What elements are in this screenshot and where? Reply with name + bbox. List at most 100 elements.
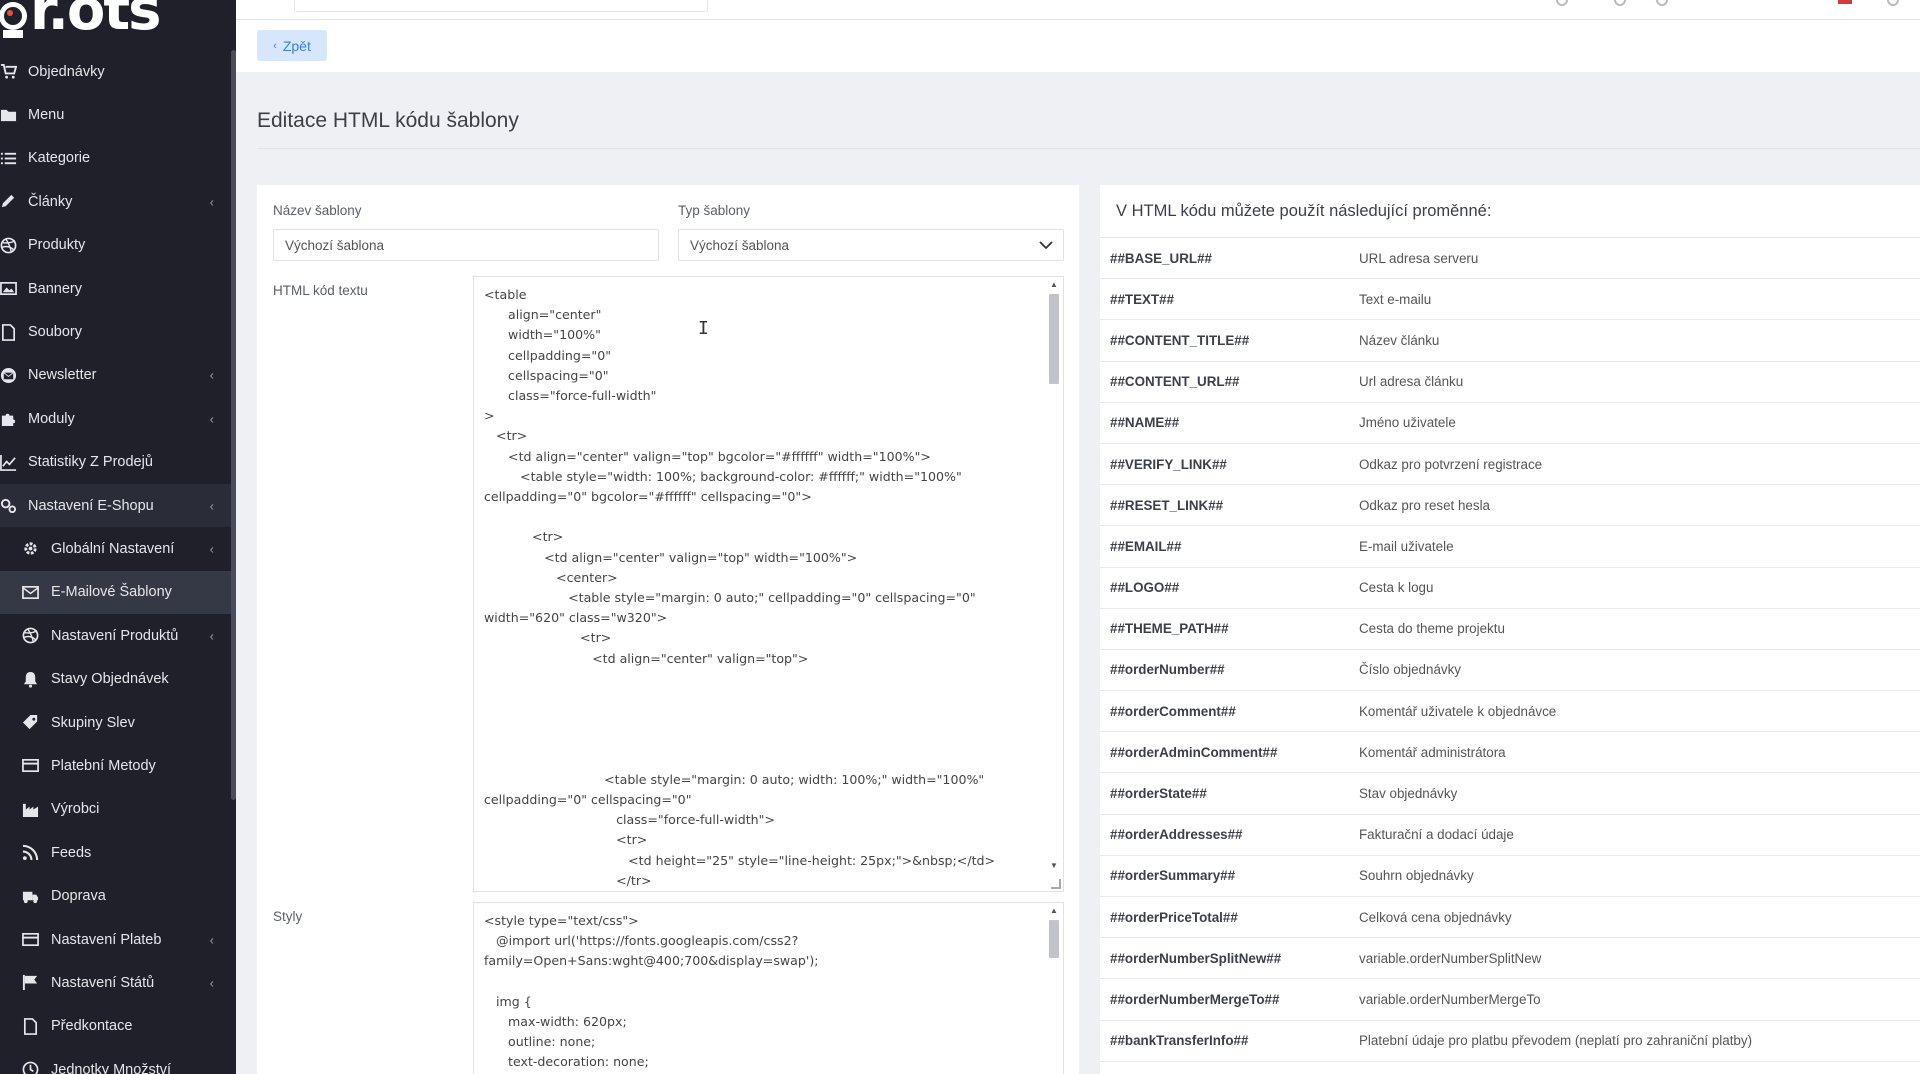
styles-label: Styly [273,909,303,924]
variable-name[interactable]: ##orderNumberMergeTo## [1100,992,1359,1007]
back-button[interactable]: ‹ Zpět [257,30,327,61]
gears-icon [0,497,28,514]
cart-top-icon[interactable] [1614,0,1626,6]
variable-description: variable.orderNumberMergeTo [1359,991,1541,1007]
sidebar-item-predkontace[interactable]: Předkontace [0,1005,236,1048]
styles-textarea[interactable]: <style type="text/css"> @import url('htt… [473,902,1064,1074]
variable-name[interactable]: ##orderPriceTotal## [1100,910,1359,925]
variable-description: E-mail uživatele [1359,538,1454,554]
chevron-left-icon: ‹ [209,932,214,947]
divider [257,148,1920,149]
sidebar-item-nastaveni-produktu[interactable]: Nastavení Produktů ‹ [0,614,236,657]
variable-name[interactable]: ##EMAIL## [1100,539,1359,554]
variable-name[interactable]: ##orderNumberSplitNew## [1100,951,1359,966]
sidebar-item-feeds[interactable]: Feeds [0,831,236,874]
sidebar-item-nastaveni-statu[interactable]: Nastavení Států ‹ [0,961,236,1004]
astronaut-logo-icon [0,2,27,38]
variable-name[interactable]: ##bankTransferInfo## [1100,1033,1359,1048]
template-form: Název šablony Výchozí šablona Typ šablon… [257,185,1079,1074]
list-icon [0,150,28,167]
flag-icon [22,974,51,991]
settings-top-icon[interactable] [1887,0,1899,6]
variable-name[interactable]: ##orderAdminComment## [1100,745,1359,760]
sidebar-item-nastaveni-plateb[interactable]: Nastavení Plateb ‹ [0,918,236,961]
sidebar-item-label: Jednotky Množství [51,1061,172,1074]
sidebar-scrollbar[interactable] [231,50,236,800]
html-code-textarea[interactable]: <table align="center" width="100%" cellp… [473,276,1064,892]
chevron-left-icon: ‹ [209,628,214,644]
chevron-left-icon: ‹ [273,39,277,52]
sidebar-item-newsletter[interactable]: Newsletter ‹ [0,354,236,397]
variable-description: Text e-mailu [1359,291,1432,307]
sidebar-item-doprava[interactable]: Doprava [0,874,236,917]
variable-name[interactable]: ##VERIFY_LINK## [1100,457,1359,472]
variable-description: Jméno uživatele [1359,415,1456,431]
html-code-scrollbar[interactable]: ▲ ▼ [1048,280,1060,888]
sidebar-item-vyrobci[interactable]: Výrobci [0,788,236,831]
sidebar-item-platebni-metody[interactable]: Platební Metody [0,744,236,787]
scroll-thumb[interactable] [1049,294,1059,384]
sidebar-item-menu[interactable]: Menu [0,93,236,136]
table-row: ##CONTENT_URL## Url adresa článku [1100,362,1920,403]
chevron-left-icon: ‹ [209,367,214,383]
sidebar-item-clanky[interactable]: Články ‹ [0,180,236,223]
sidebar-item-skupiny-slev[interactable]: Skupiny Slev [0,701,236,744]
search-top-icon[interactable] [1656,0,1668,6]
template-type-select[interactable]: Výchozí šablona [678,229,1064,261]
search-input[interactable] [294,0,708,12]
sidebar-item-bannery[interactable]: Bannery [0,267,236,310]
sidebar-item-nastaveni-e-shopu[interactable]: Nastavení E-Shopu ‹ [0,483,236,528]
sidebar-item-label: Nastavení Produktů [51,627,179,644]
sidebar-item-stavy-objednavek[interactable]: Stavy Objednávek [0,657,236,700]
sidebar-item-objednavky[interactable]: Objednávky [0,50,236,93]
variable-description: Celková cena objednávky [1359,909,1512,925]
sidebar-item-e-mailove-sablony[interactable]: E-Mailové Šablony [0,570,236,615]
variable-name[interactable]: ##orderState## [1100,786,1359,801]
variable-name[interactable]: ##RESET_LINK## [1100,498,1359,513]
variable-name[interactable]: ##orderAddresses## [1100,827,1359,842]
table-row: ##orderNumberMergeTo## variable.orderNumb… [1100,979,1920,1021]
sidebar-item-globalni-nastaveni[interactable]: Globální Nastavení ‹ [0,527,236,570]
sidebar-item-jednotky-mnozstvi[interactable]: Jednotky Množství [0,1048,236,1074]
sidebar-item-produkty[interactable]: Produkty [0,224,236,267]
sidebar-item-label: Soubory [28,324,83,341]
sidebar-item-moduly[interactable]: Moduly ‹ [0,397,236,440]
user-icon[interactable] [1556,0,1568,6]
back-label: Zpět [282,37,311,54]
sidebar-item-label: Kategorie [28,150,91,167]
dribbble-icon [22,627,51,644]
scroll-thumb[interactable] [1049,920,1059,958]
variable-name[interactable]: ##CONTENT_TITLE## [1100,333,1359,348]
variable-name[interactable]: ##orderComment## [1100,704,1359,719]
topbar [236,0,1920,20]
styles-scrollbar[interactable]: ▲ [1048,906,1060,1074]
sidebar-item-statistiky-z-prodeju[interactable]: Statistiky Z Prodejů [0,441,236,484]
sidebar-item-label: E-Mailové Šablony [51,584,172,601]
logo-text: r.ots [30,0,161,43]
resize-handle-icon[interactable] [1051,879,1061,889]
logo[interactable]: r.ots [0,0,236,50]
variable-description: Stav objednávky [1359,786,1458,802]
variable-name[interactable]: ##orderSummary## [1100,868,1359,883]
sidebar-item-label: Objednávky [28,63,105,80]
variable-name[interactable]: ##THEME_PATH## [1100,621,1359,636]
scroll-up-icon: ▲ [1050,906,1058,915]
truck-icon [22,888,51,905]
page-title: Editace HTML kódu šablony [257,109,519,132]
puzzle-icon [0,410,28,427]
variable-name[interactable]: ##NAME## [1100,415,1359,430]
variable-name[interactable]: ##TEXT## [1100,292,1359,307]
variable-name[interactable]: ##orderNumber## [1100,662,1359,677]
sidebar-item-soubory[interactable]: Soubory [0,310,236,353]
table-row: ##THEME_PATH## Cesta do theme projektu [1100,609,1920,650]
variable-description: variable.orderNumberSplitNew [1359,950,1542,966]
variable-name[interactable]: ##BASE_URL## [1100,251,1359,266]
table-row: ##LOGO## Cesta k logu [1100,568,1920,609]
sidebar-item-kategorie[interactable]: Kategorie [0,137,236,180]
template-name-input[interactable]: Výchozí šablona [273,229,659,261]
text-cursor-icon: I [698,318,709,339]
table-row: ##orderAdminComment## Komentář administrá… [1100,732,1920,774]
variable-name[interactable]: ##LOGO## [1100,580,1359,595]
flag-icon[interactable] [1838,0,1852,4]
variable-name[interactable]: ##CONTENT_URL## [1100,374,1359,389]
